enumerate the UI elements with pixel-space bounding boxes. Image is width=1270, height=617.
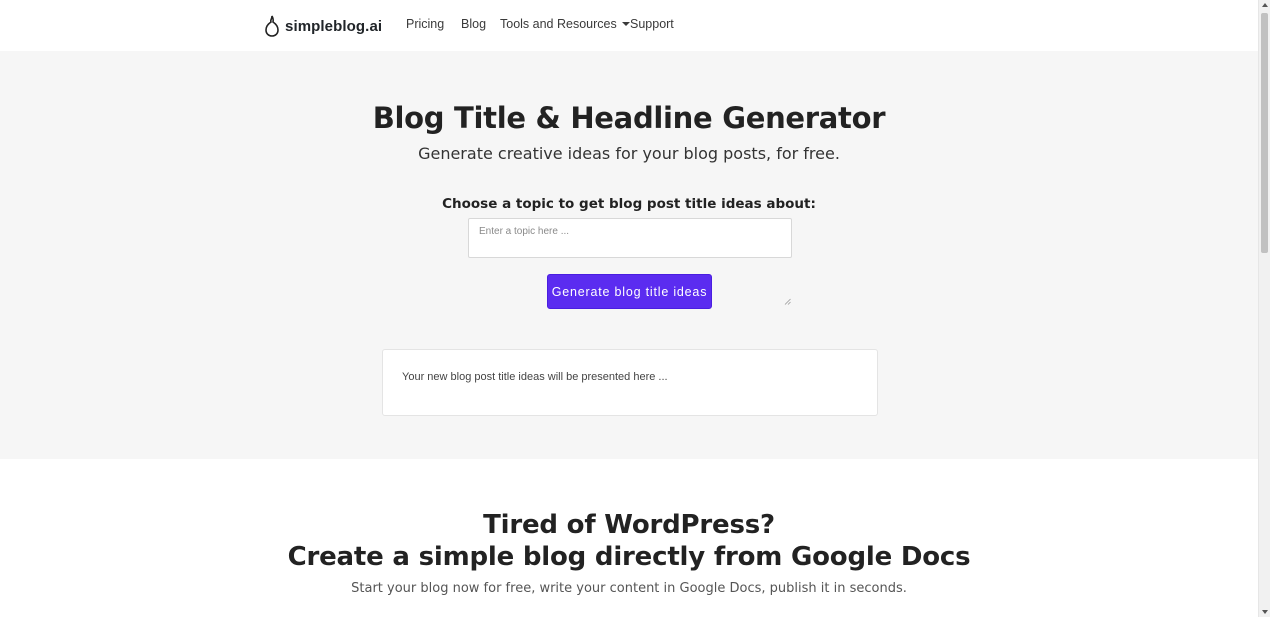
- scroll-thumb[interactable]: [1261, 13, 1268, 253]
- brand-link[interactable]: simpleblog.ai: [265, 14, 382, 38]
- generate-button[interactable]: Generate blog title ideas: [547, 274, 712, 309]
- caret-down-icon: [621, 22, 630, 26]
- brand-name: simpleblog.ai: [285, 17, 383, 35]
- promo-title-line2: Create a simple blog directly from Googl…: [287, 542, 971, 572]
- topic-label: Choose a topic to get blog post title id…: [442, 196, 816, 212]
- top-navbar: simpleblog.ai Pricing Blog Tools and Res…: [0, 0, 1258, 51]
- page-scrollbar[interactable]: [1258, 0, 1270, 617]
- resize-grip-icon[interactable]: [784, 298, 791, 305]
- generator-section: Blog Title & Headline Generator Generate…: [0, 51, 1258, 459]
- nav-tools-dropdown[interactable]: Tools and Resources: [500, 17, 630, 31]
- scroll-down-icon[interactable]: [1262, 610, 1268, 614]
- page-subtitle: Generate creative ideas for your blog po…: [418, 144, 840, 163]
- nav-support-link[interactable]: Support: [630, 17, 674, 31]
- nav-blog-link[interactable]: Blog: [461, 17, 486, 31]
- scroll-up-icon[interactable]: [1262, 3, 1268, 7]
- promo-subtitle: Start your blog now for free, write your…: [351, 581, 907, 596]
- results-box: Your new blog post title ideas will be p…: [382, 349, 878, 416]
- topic-input[interactable]: [468, 218, 792, 258]
- results-placeholder: Your new blog post title ideas will be p…: [402, 371, 668, 383]
- page-title: Blog Title & Headline Generator: [372, 101, 886, 135]
- nav-pricing-link[interactable]: Pricing: [406, 17, 444, 31]
- nav-tools-label: Tools and Resources: [500, 17, 617, 31]
- promo-title-line1: Tired of WordPress?: [483, 510, 775, 540]
- drop-logo-icon: [265, 15, 279, 37]
